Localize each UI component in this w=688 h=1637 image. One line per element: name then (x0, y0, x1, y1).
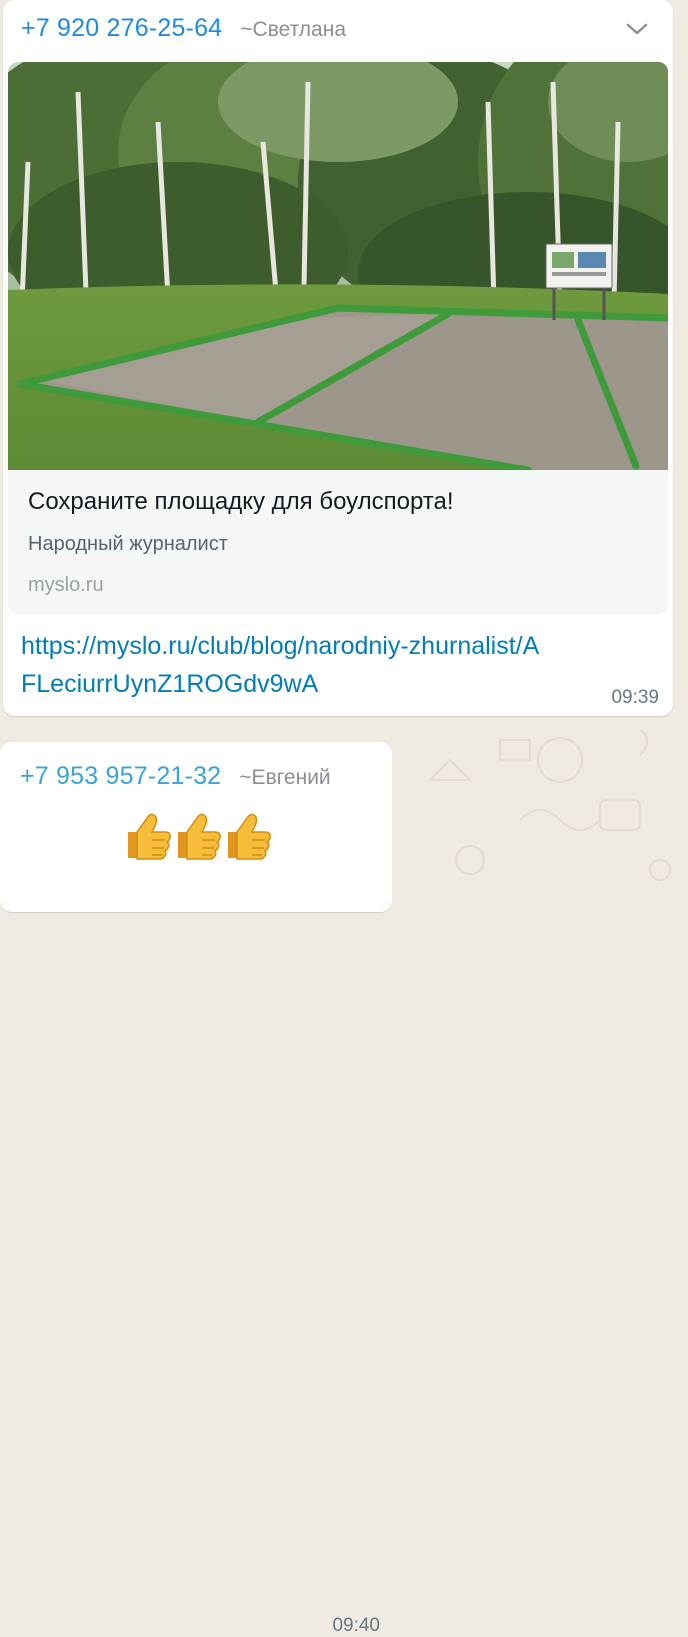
emoji-message (118, 806, 278, 867)
thumbs-up-icon (228, 813, 271, 860)
thumbs-up-icon (178, 813, 221, 860)
chevron-down-icon[interactable] (625, 20, 649, 38)
sender-phone[interactable]: +7 953 957-21-32 (20, 762, 221, 790)
link-preview-image[interactable] (8, 62, 668, 470)
sender-push-name: ~Евгений (239, 766, 331, 789)
link-preview-title[interactable]: Сохраните площадку для боулспорта! (28, 488, 454, 516)
emoji-group (128, 813, 271, 860)
message-time: 09:40 (332, 1615, 380, 1636)
thumbs-up-icon (128, 813, 171, 860)
sender-push-name: ~Светлана (240, 18, 346, 41)
link-preview-description: Народный журналист (28, 533, 228, 555)
link-preview-card[interactable]: Сохраните площадку для боулспорта! Народ… (8, 62, 668, 614)
message-bubble[interactable]: +7 920 276-25-64 ~Светлана Сохраните пло… (3, 0, 673, 716)
message-sender: +7 953 957-21-32 ~Евгений (20, 762, 331, 791)
message-link[interactable]: https://myslo.ru/club/blog/narodniy-zhur… (21, 627, 541, 703)
message-time: 09:39 (611, 687, 659, 708)
link-preview-domain: myslo.ru (28, 574, 104, 596)
sender-phone[interactable]: +7 920 276-25-64 (21, 14, 222, 42)
message-sender: +7 920 276-25-64 ~Светлана (21, 14, 346, 43)
